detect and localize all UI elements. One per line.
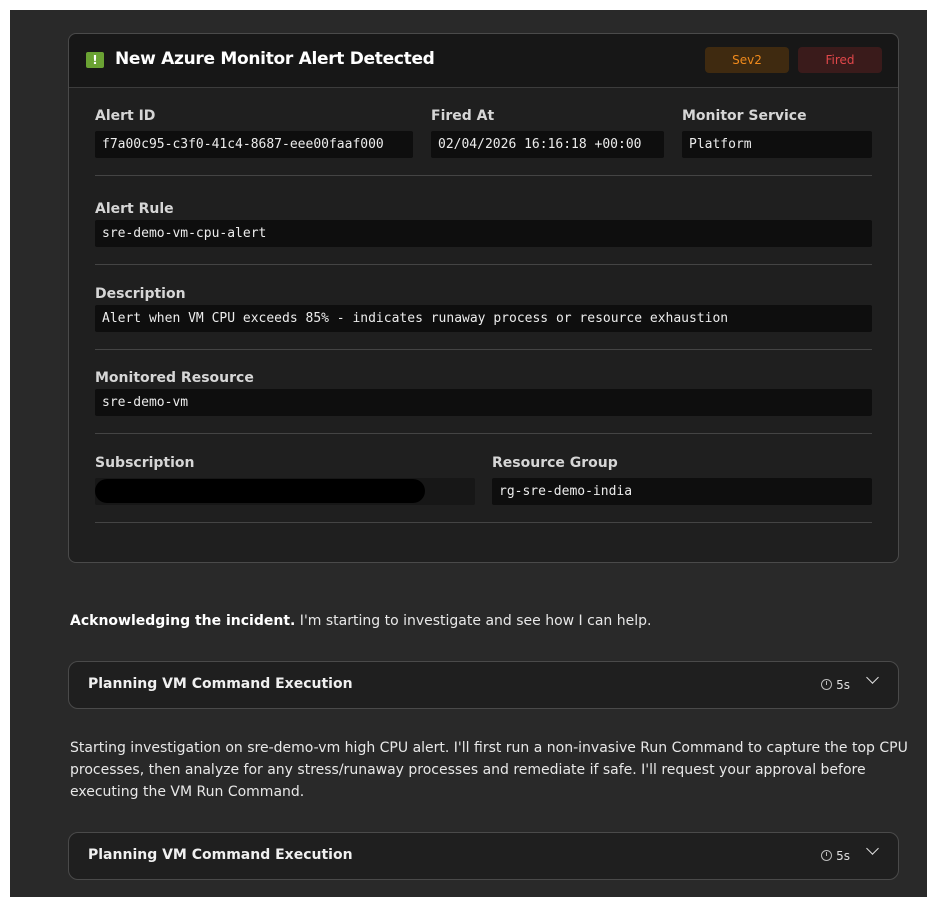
resource-group-value: rg-sre-demo-india: [492, 478, 872, 505]
divider: [95, 175, 872, 176]
divider: [95, 433, 872, 434]
description-value: Alert when VM CPU exceeds 85% - indicate…: [95, 305, 872, 332]
description-label: Description: [95, 286, 186, 302]
clock-icon: [821, 679, 832, 690]
resource-group-label: Resource Group: [492, 455, 618, 471]
acknowledgement-message: Acknowledging the incident. I'm starting…: [70, 610, 910, 632]
severity-badge: Sev2: [705, 47, 789, 73]
monitor-service-value: Platform: [682, 131, 872, 158]
monitor-service-label: Monitor Service: [682, 108, 807, 124]
subscription-value: [95, 478, 475, 505]
ack-rest-text: I'm starting to investigate and see how …: [295, 613, 652, 629]
alert-card-header: ! New Azure Monitor Alert Detected Sev2 …: [69, 34, 898, 88]
monitored-resource-label: Monitored Resource: [95, 370, 254, 386]
alert-card: ! New Azure Monitor Alert Detected Sev2 …: [68, 33, 899, 563]
divider: [95, 522, 872, 523]
step-duration: 5s: [836, 849, 850, 863]
chevron-down-icon[interactable]: [866, 671, 879, 684]
alert-title: New Azure Monitor Alert Detected: [115, 49, 435, 69]
warning-icon: !: [86, 52, 104, 68]
step-title: Planning VM Command Execution: [88, 847, 353, 863]
ack-bold-text: Acknowledging the incident.: [70, 613, 296, 629]
divider: [95, 264, 872, 265]
subscription-label: Subscription: [95, 455, 195, 471]
divider: [95, 349, 872, 350]
investigation-message: Starting investigation on sre-demo-vm hi…: [70, 740, 908, 800]
alert-id-label: Alert ID: [95, 108, 156, 124]
alert-rule-label: Alert Rule: [95, 201, 174, 217]
step-card[interactable]: Planning VM Command Execution 5s: [68, 661, 899, 709]
alert-id-value: f7a00c95-c3f0-41c4-8687-eee00faaf000: [95, 131, 413, 158]
step-duration: 5s: [836, 678, 850, 692]
chat-panel: ! New Azure Monitor Alert Detected Sev2 …: [10, 10, 927, 897]
monitored-resource-value: sre-demo-vm: [95, 389, 872, 416]
step-title: Planning VM Command Execution: [88, 676, 353, 692]
clock-icon: [821, 850, 832, 861]
alert-rule-value: sre-demo-vm-cpu-alert: [95, 220, 872, 247]
status-badge: Fired: [798, 47, 882, 73]
chevron-down-icon[interactable]: [866, 842, 879, 855]
redaction-mark: [95, 479, 425, 503]
fired-at-label: Fired At: [431, 108, 495, 124]
step-card[interactable]: Planning VM Command Execution 5s: [68, 832, 899, 880]
fired-at-value: 02/04/2026 16:16:18 +00:00: [431, 131, 664, 158]
